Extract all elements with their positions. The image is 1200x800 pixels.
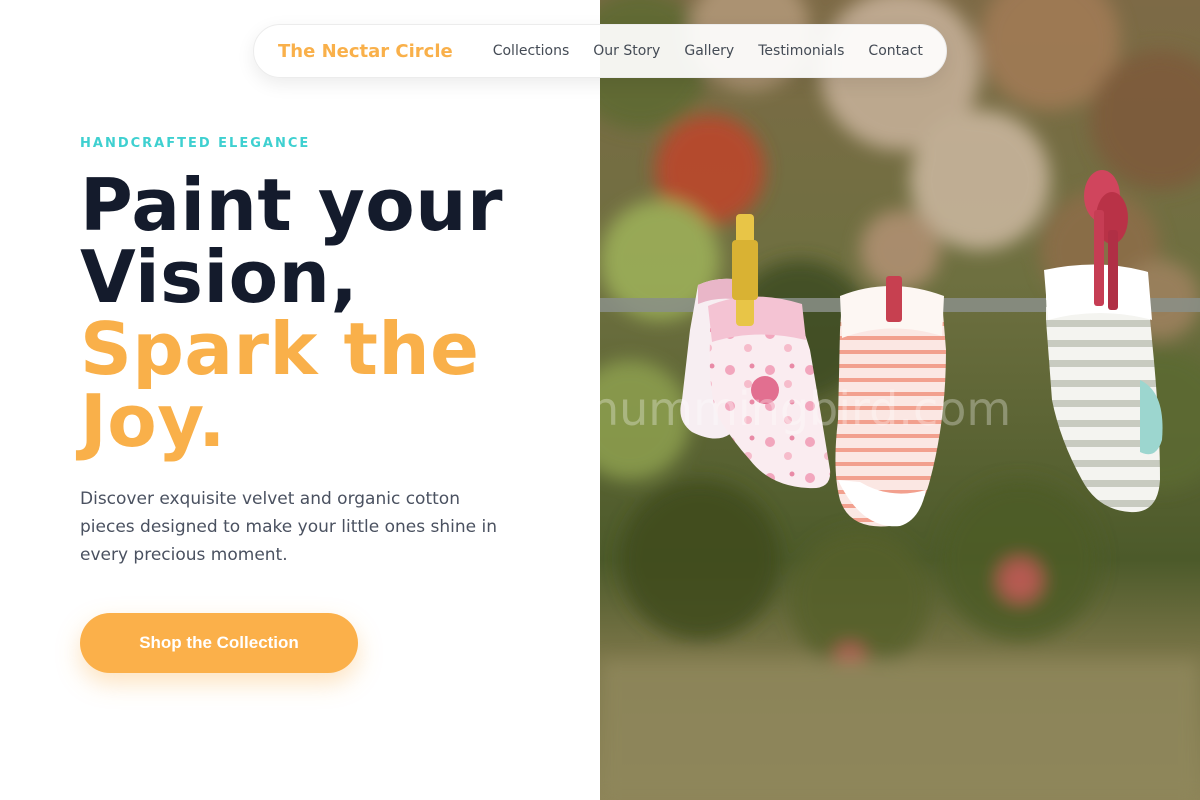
headline-line-2: Vision, bbox=[80, 235, 359, 319]
nav-link-gallery[interactable]: Gallery bbox=[684, 43, 734, 59]
brand-logo[interactable]: The Nectar Circle bbox=[278, 41, 453, 62]
watermark-text: hummingbird.com bbox=[600, 382, 1011, 436]
hero-section: HANDCRAFTED ELEGANCE Paint your Vision, … bbox=[80, 136, 580, 673]
nav-link-our-story[interactable]: Our Story bbox=[593, 43, 660, 59]
headline-accent-line-2: Joy. bbox=[80, 379, 226, 463]
nav-link-testimonials[interactable]: Testimonials bbox=[758, 43, 844, 59]
headline-line-1: Paint your bbox=[80, 163, 504, 247]
nav-link-contact[interactable]: Contact bbox=[868, 43, 922, 59]
hero-headline: Paint your Vision, Spark the Joy. bbox=[80, 169, 580, 457]
top-navigation: The Nectar Circle Collections Our Story … bbox=[253, 24, 947, 78]
hero-description: Discover exquisite velvet and organic co… bbox=[80, 489, 498, 565]
nav-links: Collections Our Story Gallery Testimonia… bbox=[493, 43, 923, 59]
shop-collection-button[interactable]: Shop the Collection bbox=[80, 613, 358, 673]
headline-accent-line-1: Spark the bbox=[80, 307, 480, 391]
nav-link-collections[interactable]: Collections bbox=[493, 43, 570, 59]
hero-photo: hummingbird.com bbox=[600, 0, 1200, 800]
hero-eyebrow: HANDCRAFTED ELEGANCE bbox=[80, 136, 311, 151]
